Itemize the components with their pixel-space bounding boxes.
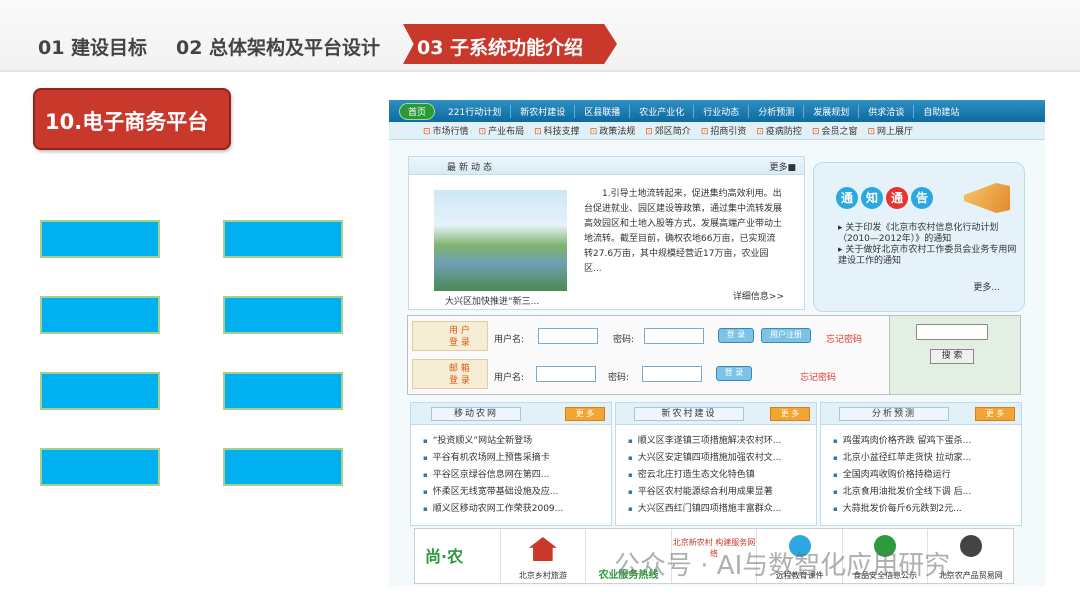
photo-caption[interactable]: 大兴区加快推进“新三...: [445, 294, 539, 307]
top-nav-bar: 01 建设目标 02 总体架构及平台设计 03 子系统功能介绍: [0, 0, 1080, 72]
mail-username-input[interactable]: [536, 366, 596, 382]
placeholder-box: [40, 220, 160, 258]
password-input[interactable]: [644, 328, 704, 344]
list-item[interactable]: 密云北庄打造生态文化特色镇: [628, 467, 816, 484]
placeholder-box: [223, 220, 343, 258]
detail-link[interactable]: 详细信息>>: [733, 289, 784, 302]
tab-architecture[interactable]: 02 总体架构及平台设计: [176, 33, 380, 60]
mail-login-badge: 邮 箱 登 录: [412, 359, 488, 389]
panel-mobile-agri: 移动农网 更 多 “投资顺义”网站全新登场 平谷有机农场网上预售采摘卡 平谷区京…: [410, 402, 612, 526]
mail-login-button[interactable]: 登 录: [716, 366, 752, 381]
panel-more-button[interactable]: 更 多: [770, 407, 810, 421]
list-item[interactable]: 北京食用油批发价全线下调 后...: [833, 484, 1021, 501]
user-login-badge: 用 户 登 录: [412, 321, 488, 351]
list-item[interactable]: 平谷有机农场网上预售采摘卡: [423, 450, 611, 467]
login-button[interactable]: 登 录: [718, 328, 754, 343]
list-item[interactable]: 顺义区李遂镇三项措施解决农村环...: [628, 433, 816, 450]
notice-panel: 通知通告 ▸ 关于印发《北京市农村信息化行动计划（2010—2012年）》的通知…: [813, 162, 1025, 312]
mail-username-label: 用户名:: [494, 373, 525, 383]
placeholder-box: [40, 296, 160, 334]
section-title: 10.电子商务平台: [33, 88, 231, 150]
username-input[interactable]: [538, 328, 598, 344]
subnav-item[interactable]: 产业布局: [479, 124, 524, 137]
nav-item[interactable]: 221行动计划: [439, 104, 512, 118]
panel-title: 移动农网: [431, 407, 521, 421]
list-item[interactable]: 大兴区安定镇四项措施加强农村文...: [628, 450, 816, 467]
website-screenshot: 首页 221行动计划 新农村建设 区县联播 农业产业化 行业动态 分析预测 发展…: [389, 100, 1045, 586]
subnav-item[interactable]: 网上展厅: [868, 124, 913, 137]
register-button[interactable]: 用户注册: [761, 328, 811, 343]
panel-more-button[interactable]: 更 多: [975, 407, 1015, 421]
list-item[interactable]: “投资顺义”网站全新登场: [423, 433, 611, 450]
username-label: 用户名:: [494, 335, 525, 345]
list-item[interactable]: 平谷区农村能源综合利用成果显著: [628, 484, 816, 501]
list-item[interactable]: 大兴区西红门镇四项措施丰富群众...: [628, 501, 816, 518]
list-item[interactable]: 大蒜批发价每斤6元跌到2元...: [833, 501, 1021, 518]
subnav-item[interactable]: 政策法规: [590, 124, 635, 137]
mail-password-label: 密码:: [608, 373, 630, 383]
forgot-password-link[interactable]: 忘记密码: [826, 332, 862, 345]
news-text: 1.引导土地流转起来，促进集约高效利用。出台促进就业、园区建设等政策，通过集中流…: [584, 189, 783, 274]
mail-password-input[interactable]: [642, 366, 702, 382]
list-item[interactable]: 全国肉鸡收购价格持稳运行: [833, 467, 1021, 484]
list-item[interactable]: 顺义区移动农网工作荣获2009...: [423, 501, 611, 518]
nav-item[interactable]: 供求洽谈: [859, 104, 915, 118]
subnav-item[interactable]: 招商引资: [701, 124, 746, 137]
placeholder-box: [40, 372, 160, 410]
watermark: 公众号 · AI与数智化应用研究: [614, 551, 951, 581]
sub-nav: 市场行情 产业布局 科技支撑 政策法规 郊区简介 招商引资 疫病防控 会员之窗 …: [389, 122, 1045, 140]
subnav-item[interactable]: 疫病防控: [756, 124, 802, 137]
news-photo[interactable]: [434, 190, 567, 291]
login-area: 用 户 登 录 用户名: 密码: 登 录 用户注册 忘记密码 邮 箱 登 录 用…: [407, 315, 1021, 395]
notice-item[interactable]: ▸ 关于做好北京市农村工作委员会业务专用网建设工作的通知: [838, 245, 1018, 267]
notice-item[interactable]: ▸ 关于印发《北京市农村信息化行动计划（2010—2012年）》的通知: [838, 223, 1018, 245]
main-nav: 首页 221行动计划 新农村建设 区县联播 农业产业化 行业动态 分析预测 发展…: [389, 100, 1045, 122]
nav-item[interactable]: 自助建站: [914, 105, 968, 118]
nav-item[interactable]: 发展规划: [804, 104, 860, 118]
nav-item[interactable]: 农业产业化: [630, 104, 695, 118]
nav-item[interactable]: 新农村建设: [511, 104, 576, 118]
news-header: 最新动态 更多■: [409, 157, 804, 175]
mail-login-row: 邮 箱 登 录 用户名: 密码: 登 录 忘记密码: [408, 356, 888, 392]
list-item[interactable]: 怀柔区无线宽带基础设施及应...: [423, 484, 611, 501]
news-more-link[interactable]: 更多■: [769, 160, 796, 173]
panel-new-countryside: 新农村建设 更 多 顺义区李遂镇三项措施解决农村环... 大兴区安定镇四项措施加…: [615, 402, 817, 526]
tab-construction-goals[interactable]: 01 建设目标: [38, 33, 147, 60]
notice-list: ▸ 关于印发《北京市农村信息化行动计划（2010—2012年）》的通知 ▸ 关于…: [838, 223, 1018, 267]
placeholder-box: [40, 448, 160, 486]
list-item[interactable]: 鸡蛋鸡肉价格齐跌 留鸡下蛋杀...: [833, 433, 1021, 450]
subnav-item[interactable]: 科技支撑: [534, 124, 580, 137]
placeholder-box: [223, 448, 343, 486]
panel-title: 新农村建设: [634, 407, 744, 421]
megaphone-icon: [964, 183, 1010, 213]
placeholder-box: [223, 372, 343, 410]
subnav-item[interactable]: 市场行情: [423, 124, 469, 137]
search-button[interactable]: 搜 索: [930, 349, 974, 364]
nav-item[interactable]: 分析预测: [749, 104, 805, 118]
logo-shangnong[interactable]: 尚·农: [415, 529, 501, 583]
logo-rural-tourism[interactable]: 北京乡村旅游: [501, 529, 587, 583]
subnav-item[interactable]: 郊区简介: [645, 124, 691, 137]
notice-title: 通知通告: [836, 187, 933, 209]
nav-item[interactable]: 行业动态: [694, 104, 750, 118]
panel-title: 分析预测: [839, 407, 949, 421]
list-item[interactable]: 北京小盆径红苹走货快 拉动家...: [833, 450, 1021, 467]
mail-forgot-link[interactable]: 忘记密码: [800, 370, 836, 383]
placeholder-box: [223, 296, 343, 334]
user-login-row: 用 户 登 录 用户名: 密码: 登 录 用户注册 忘记密码: [408, 318, 888, 354]
latest-news-panel: 最新动态 更多■ 大兴区加快推进“新三... 1.引导土地流转起来，促进集约高效…: [408, 156, 805, 310]
password-label: 密码:: [613, 335, 635, 345]
tab-subsystem-intro[interactable]: 03 子系统功能介绍: [403, 24, 617, 64]
search-area: 搜 索: [889, 316, 1020, 394]
nav-item[interactable]: 区县联播: [575, 104, 631, 118]
panel-analysis: 分析预测 更 多 鸡蛋鸡肉价格齐跌 留鸡下蛋杀... 北京小盆径红苹走货快 拉动…: [820, 402, 1022, 526]
nav-home[interactable]: 首页: [399, 102, 436, 120]
news-title: 最新动态: [447, 163, 496, 173]
notice-more-link[interactable]: 更多...: [973, 280, 1000, 293]
subnav-item[interactable]: 会员之窗: [812, 124, 857, 137]
search-input[interactable]: [916, 324, 988, 340]
panel-more-button[interactable]: 更 多: [565, 407, 605, 421]
list-item[interactable]: 平谷区京绿谷信息网在第四...: [423, 467, 611, 484]
